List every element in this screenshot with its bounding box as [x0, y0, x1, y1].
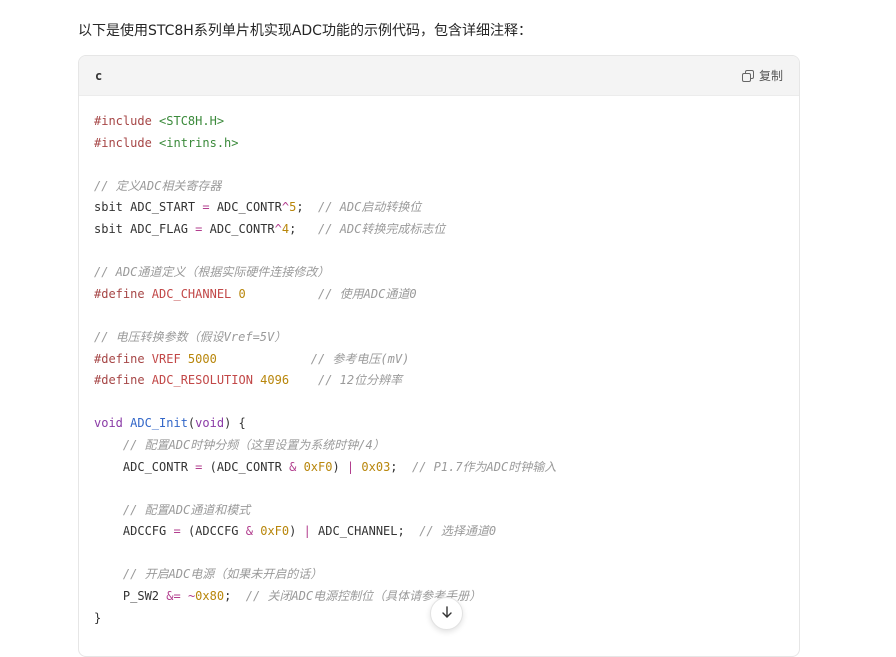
- scroll-to-bottom-button[interactable]: [430, 597, 463, 630]
- code-token: // ADC启动转换位: [318, 200, 422, 215]
- code-token: }: [94, 610, 102, 625]
- code-token: // 开启ADC电源（如果未开启的话）: [122, 567, 323, 582]
- code-token: // 定义ADC相关寄存器: [94, 178, 222, 193]
- code-token: #define: [94, 351, 152, 366]
- code-token: ;: [224, 589, 246, 604]
- code-token: |: [303, 524, 311, 539]
- copy-button[interactable]: 复制: [741, 67, 783, 84]
- code-token: 0x03: [361, 459, 391, 474]
- code-token: // 选择通道0: [419, 524, 497, 539]
- code-line: // 电压转换参数（假设Vref=5V）: [94, 327, 784, 349]
- code-line: sbit ADC_START = ADC_CONTR^5; // ADC启动转换…: [94, 197, 784, 219]
- code-token: ADC_Init: [130, 416, 188, 431]
- intro-text: 以下是使用STC8H系列单片机实现ADC功能的示例代码，包含详细注释：: [78, 23, 532, 39]
- code-token: void: [195, 416, 225, 431]
- code-line: ADC_CONTR = (ADC_CONTR & 0xF0) | 0x03; /…: [94, 457, 784, 479]
- code-token: // 配置ADC时钟分频（这里设置为系统时钟/4）: [122, 437, 385, 452]
- code-token: sbit ADC_FLAG: [94, 221, 196, 236]
- code-token: &=: [166, 589, 181, 604]
- code-token: 0: [238, 286, 246, 301]
- code-token: ADC_CONTR: [94, 459, 196, 474]
- code-token: // 12位分辨率: [317, 373, 403, 388]
- code-token: =: [173, 524, 181, 539]
- code-token: 5000: [187, 351, 217, 366]
- code-token: #define: [94, 373, 152, 388]
- code-token: ): [289, 524, 304, 539]
- code-line: // 配置ADC通道和模式: [94, 500, 784, 522]
- code-token: // P1.7作为ADC时钟输入: [411, 459, 557, 474]
- code-token: // 配置ADC通道和模式: [122, 502, 251, 517]
- copy-icon: [741, 69, 754, 82]
- code-token: 0xF0: [260, 524, 290, 539]
- code-token: ^: [281, 200, 290, 215]
- code-line: ADCCFG = (ADCCFG & 0xF0) | ADC_CHANNEL; …: [94, 521, 784, 543]
- code-line: // ADC通道定义（根据实际硬件连接修改）: [94, 262, 784, 284]
- code-line: // 定义ADC相关寄存器: [94, 176, 784, 198]
- code-token: ADC_CONTR: [202, 221, 275, 236]
- code-language-label: c: [95, 68, 103, 83]
- code-token: <intrins.h>: [159, 135, 239, 150]
- code-token: ADC_RESOLUTION: [151, 373, 261, 388]
- code-line: #include <intrins.h>: [94, 133, 784, 155]
- code-line: #define VREF 5000 // 参考电压(mV): [94, 349, 784, 371]
- code-line: sbit ADC_FLAG = ADC_CONTR^4; // ADC转换完成标…: [94, 219, 784, 241]
- code-token: 4096: [260, 373, 290, 388]
- copy-button-label: 复制: [758, 69, 783, 83]
- code-token: ;: [289, 221, 319, 236]
- code-line: #define ADC_CHANNEL 0 // 使用ADC通道0: [94, 284, 784, 306]
- code-token: // 参考电压(mV): [310, 351, 410, 366]
- code-token: // 电压转换参数（假设Vref=5V）: [94, 329, 287, 344]
- code-token: sbit ADC_START: [94, 200, 203, 215]
- code-token: #include: [94, 135, 160, 150]
- code-token: 0xF0: [303, 459, 333, 474]
- arrow-down-icon: [440, 604, 454, 623]
- code-block-header: c 复制: [79, 56, 799, 96]
- code-token: VREF: [151, 351, 188, 366]
- code-token: #include: [94, 114, 160, 128]
- code-line: #include <STC8H.H>: [94, 111, 784, 133]
- code-content: #include <STC8H.H> #include <intrins.h> /…: [79, 96, 799, 629]
- code-line: #define ADC_RESOLUTION 4096 // 12位分辨率: [94, 370, 784, 392]
- code-token: ^: [274, 221, 282, 236]
- code-token: <STC8H.H>: [159, 114, 225, 128]
- code-line: void ADC_Init(void) {: [94, 413, 784, 435]
- code-token: #define: [94, 286, 152, 301]
- code-token: ) {: [224, 416, 246, 431]
- code-line: // 配置ADC时钟分频（这里设置为系统时钟/4）: [94, 435, 784, 457]
- code-line: // 开启ADC电源（如果未开启的话）: [94, 564, 784, 586]
- code-token: ADCCFG: [94, 524, 174, 539]
- code-token: ;: [296, 200, 319, 215]
- code-token: (ADC_CONTR: [202, 459, 290, 474]
- code-token: &: [245, 524, 253, 539]
- code-token: 0x80: [195, 589, 225, 604]
- code-token: ADC_CONTR: [209, 200, 282, 215]
- code-token: // ADC转换完成标志位: [318, 221, 446, 236]
- code-token: // 使用ADC通道0: [317, 286, 417, 301]
- code-token: ): [332, 459, 347, 474]
- code-token: P_SW2: [94, 589, 167, 604]
- code-token: ;: [390, 459, 412, 474]
- code-token: void: [94, 416, 131, 431]
- code-token: ADC_CHANNEL;: [310, 524, 420, 539]
- code-token: ADC_CHANNEL: [151, 286, 239, 301]
- code-token: =: [202, 200, 210, 215]
- code-token: (ADCCFG: [180, 524, 246, 539]
- code-block: c 复制 #include <STC8H.H> #include <intrins…: [78, 55, 800, 657]
- code-token: // ADC通道定义（根据实际硬件连接修改）: [94, 265, 330, 280]
